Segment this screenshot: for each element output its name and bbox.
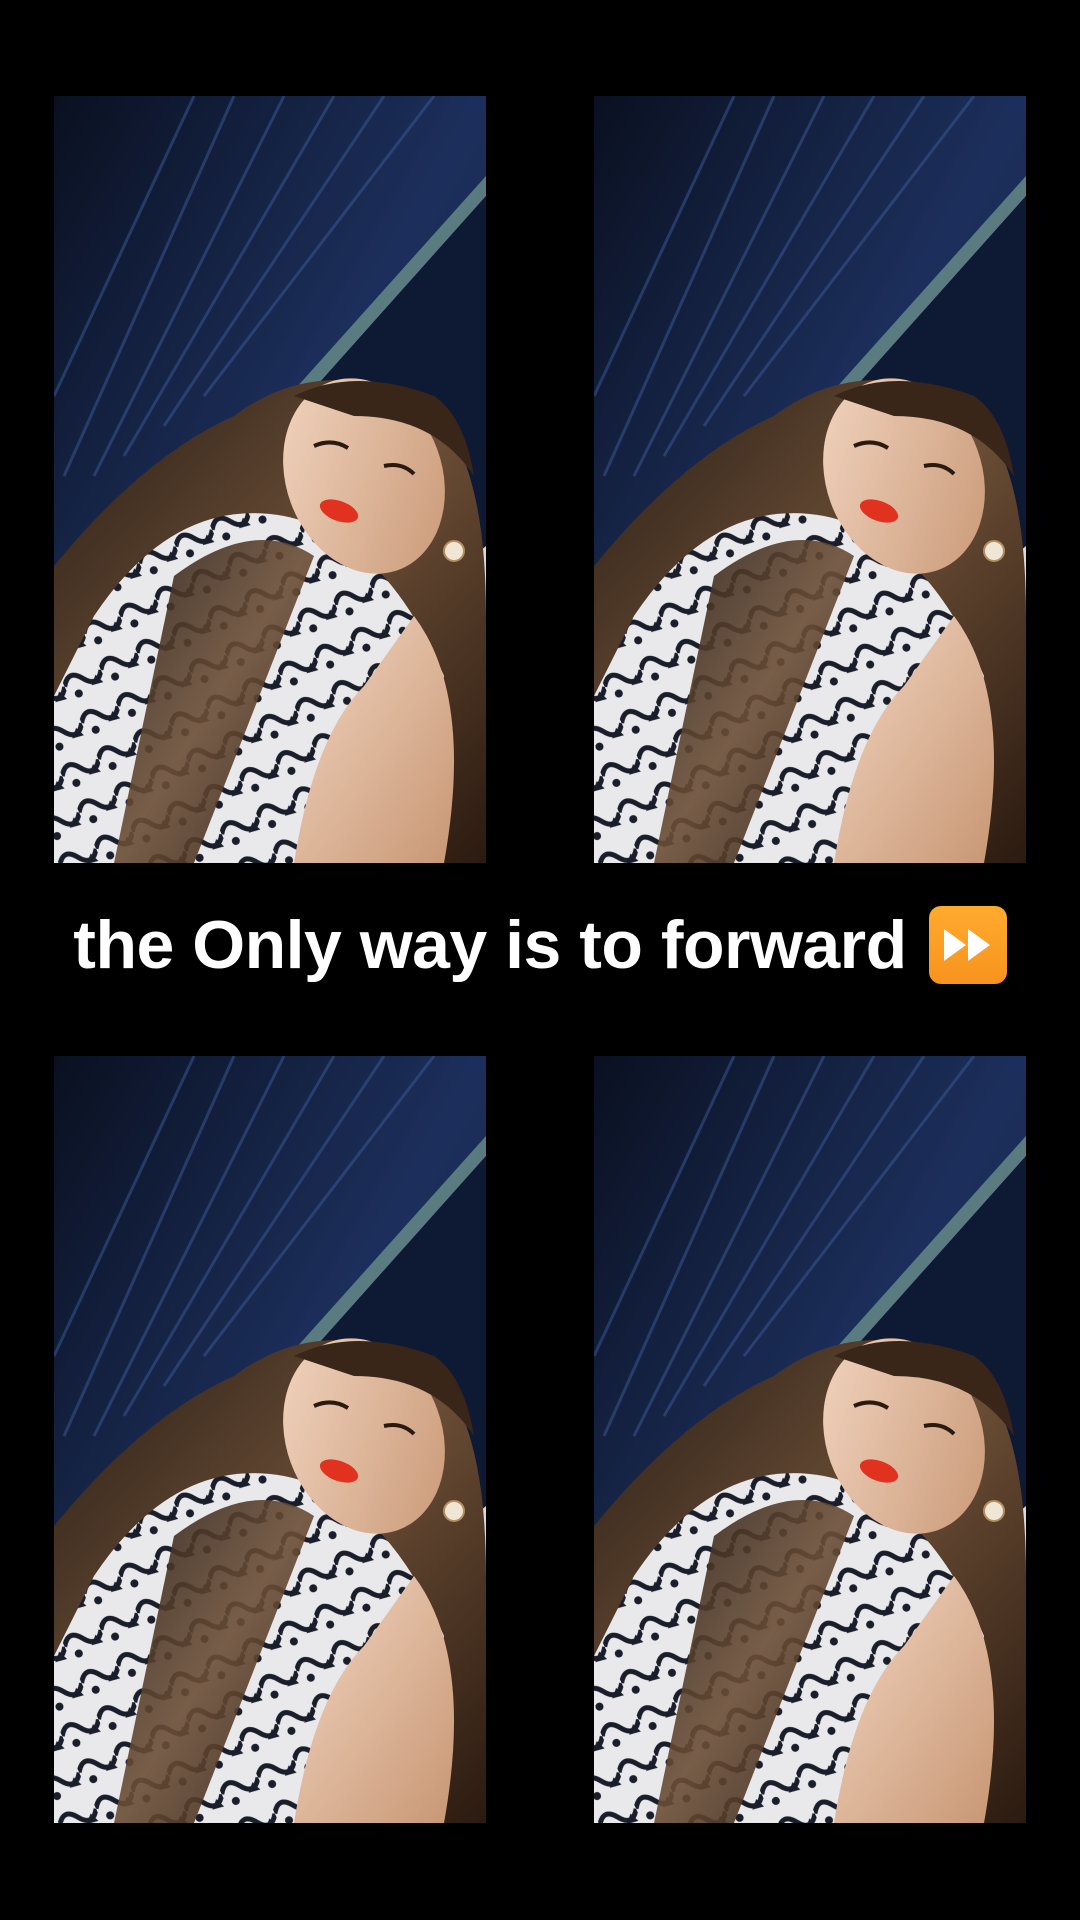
selfie-photo-bottom-right [594,1056,1026,1823]
fast-forward-icon [928,906,1007,984]
selfie-photo-top-right [594,96,1026,863]
caption-text: the Only way is to forward [73,907,907,983]
selfie-photo-top-left [54,96,486,863]
caption: the Only way is to forward [0,890,1080,1000]
selfie-photo-bottom-left [54,1056,486,1823]
